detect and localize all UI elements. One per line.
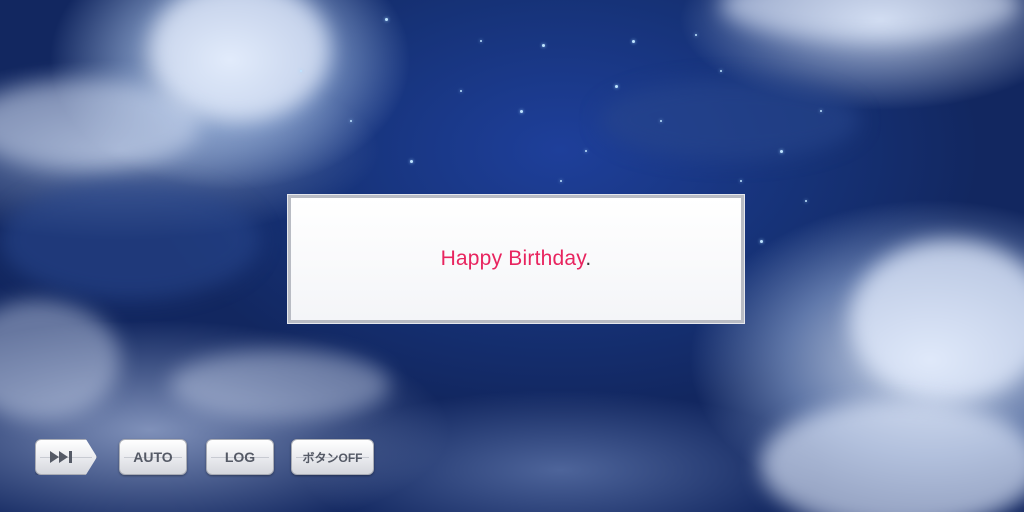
dialog-punctuation: . bbox=[585, 247, 592, 270]
cloud-shadow bbox=[0, 180, 260, 300]
cloud bbox=[760, 400, 1024, 512]
game-scene[interactable]: Happy Birthday. AUTO LOG ボタンOFF bbox=[0, 0, 1024, 512]
star bbox=[480, 40, 482, 42]
dialog-message: Happy Birthday bbox=[440, 247, 586, 270]
star bbox=[300, 70, 302, 72]
star bbox=[820, 110, 822, 112]
star bbox=[385, 18, 388, 21]
star bbox=[615, 85, 618, 88]
star bbox=[720, 70, 722, 72]
cloud bbox=[720, 0, 1020, 40]
buttons-off-button-label: ボタンOFF bbox=[302, 450, 363, 465]
star bbox=[585, 150, 587, 152]
log-button-label: LOG bbox=[224, 449, 256, 465]
cloud bbox=[170, 350, 390, 420]
star bbox=[560, 180, 562, 182]
star bbox=[542, 44, 545, 47]
cloud bbox=[850, 240, 1024, 400]
dialog-text: Happy Birthday. bbox=[441, 247, 592, 271]
star bbox=[520, 110, 523, 113]
log-button[interactable]: LOG bbox=[206, 439, 274, 475]
cloud-shadow bbox=[600, 80, 860, 160]
star bbox=[740, 180, 742, 182]
star bbox=[350, 120, 352, 122]
star bbox=[410, 160, 413, 163]
star bbox=[660, 120, 662, 122]
star bbox=[695, 34, 697, 36]
cloud bbox=[0, 300, 120, 420]
star bbox=[460, 90, 462, 92]
skip-button[interactable] bbox=[35, 439, 97, 475]
auto-button[interactable]: AUTO bbox=[119, 439, 187, 475]
star bbox=[780, 150, 783, 153]
skip-forward-icon bbox=[50, 451, 72, 463]
auto-button-label: AUTO bbox=[133, 449, 173, 465]
star bbox=[805, 200, 807, 202]
message-dialog[interactable]: Happy Birthday. bbox=[287, 194, 745, 324]
buttons-off-button[interactable]: ボタンOFF bbox=[291, 439, 374, 475]
star bbox=[632, 40, 635, 43]
star bbox=[760, 240, 763, 243]
